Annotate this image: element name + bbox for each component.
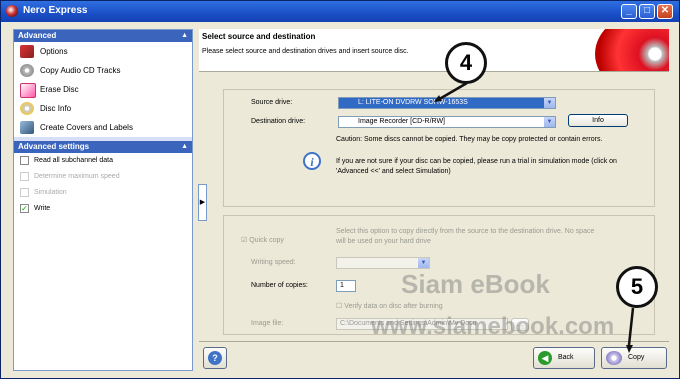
checkbox-label: Write — [34, 205, 51, 212]
caution-text: Caution: Some discs cannot be copied. Th… — [336, 136, 603, 143]
chevron-down-icon[interactable]: ▼ — [544, 98, 555, 108]
checkbox-label: Simulation — [34, 189, 67, 196]
quick-copy-description: Select this option to copy directly from… — [336, 228, 595, 245]
copy-button[interactable]: Copy — [601, 347, 667, 369]
help-button[interactable]: ? — [203, 347, 227, 369]
advanced-section-header[interactable]: Advanced ▲ — [14, 30, 192, 42]
advanced-settings-header[interactable]: Advanced settings ▲ — [14, 141, 192, 153]
maximize-button[interactable]: □ — [639, 4, 655, 19]
advanced-section-title: Advanced — [18, 31, 57, 40]
sidebar-item-label: Options — [40, 47, 68, 56]
sidebar-item-label: Create Covers and Labels — [40, 123, 133, 132]
sidebar-item-label: Erase Disc — [40, 85, 79, 94]
advanced-sidebar: Advanced ▲ Options Copy Audio CD Tracks … — [13, 29, 193, 371]
sidebar-item-options[interactable]: Options — [14, 42, 192, 61]
checkbox-box[interactable] — [20, 156, 29, 165]
title-bar[interactable]: Nero Express _ □ ✕ — [1, 1, 679, 22]
writing-speed-select: ▼ — [336, 257, 430, 269]
page-title: Select source and destination — [202, 32, 316, 41]
copies-stepper[interactable]: 1 — [336, 280, 356, 292]
disc-info-icon — [20, 102, 34, 115]
write-checkbox[interactable]: ✓ Write — [14, 201, 192, 217]
verify-data-label: Verify data on disc after burning — [344, 303, 443, 310]
checkbox-label: Read all subchannel data — [34, 157, 114, 164]
page-header: Select source and destination Please sel… — [199, 29, 669, 72]
number-of-copies-label: Number of copies: — [251, 282, 308, 289]
simulation-tip-text: If you are not sure if your disc can be … — [336, 158, 617, 175]
callout-4: 4 — [445, 42, 487, 84]
nero-app-icon — [6, 5, 18, 17]
chevron-up-icon[interactable]: ▲ — [181, 30, 188, 42]
nero-express-window: Nero Express _ □ ✕ Advanced ▲ Options Co… — [0, 0, 680, 379]
watermark-siam-ebook: Siam eBook — [401, 269, 550, 299]
destination-drive-label: Destination drive: — [251, 118, 306, 125]
copy-label: Copy — [628, 354, 645, 361]
copy-disc-icon — [606, 351, 622, 365]
options-icon — [20, 45, 34, 58]
quick-copy-checkbox: ☑ Quick copy — [241, 237, 284, 244]
window-title: Nero Express — [23, 5, 88, 16]
checkbox-box[interactable]: ✓ — [20, 204, 29, 213]
verify-data-checkbox: ☐ Verify data on disc after burning — [336, 303, 443, 310]
checkbox-box — [20, 188, 29, 197]
read-subchannel-checkbox[interactable]: Read all subchannel data — [14, 153, 192, 169]
image-file-label: Image file: — [251, 320, 284, 327]
help-icon: ? — [208, 351, 222, 365]
source-drive-select[interactable]: L: LITE-ON DVDRW SOHW-1653S ▼ — [338, 97, 556, 109]
sidebar-item-copy-audio[interactable]: Copy Audio CD Tracks — [14, 61, 192, 80]
sidebar-item-disc-info[interactable]: Disc Info — [14, 99, 192, 118]
checkbox-label: Determine maximum speed — [34, 173, 120, 180]
collapse-sidebar-button[interactable]: ▶ — [198, 184, 207, 221]
page-subtitle: Please select source and destination dri… — [202, 48, 409, 55]
source-drive-label: Source drive: — [251, 99, 293, 106]
eraser-icon — [20, 83, 36, 98]
sidebar-item-label: Copy Audio CD Tracks — [40, 66, 121, 75]
close-button[interactable]: ✕ — [657, 4, 673, 19]
watermark-url: www.siamebook.com — [371, 313, 615, 340]
cd-artwork — [595, 29, 669, 71]
max-speed-checkbox: Determine maximum speed — [14, 169, 192, 185]
cover-designer-icon — [20, 121, 34, 134]
simulation-checkbox: Simulation — [14, 185, 192, 201]
advanced-settings-title: Advanced settings — [18, 142, 90, 151]
destination-drive-select[interactable]: Image Recorder [CD-R/RW] ▼ — [338, 116, 556, 128]
back-button[interactable]: ◀ Back — [533, 347, 595, 369]
info-icon: i — [303, 152, 321, 170]
checkbox-box — [20, 172, 29, 181]
sidebar-item-covers-labels[interactable]: Create Covers and Labels — [14, 118, 192, 137]
bottom-bar — [199, 341, 669, 374]
minimize-button[interactable]: _ — [621, 4, 637, 19]
back-label: Back — [558, 354, 574, 361]
destination-drive-value: Image Recorder [CD-R/RW] — [358, 118, 446, 125]
chevron-down-icon[interactable]: ▼ — [544, 117, 555, 127]
audio-cd-icon — [20, 64, 34, 77]
callout-5: 5 — [616, 266, 658, 308]
sidebar-item-erase-disc[interactable]: Erase Disc — [14, 80, 192, 99]
writing-speed-label: Writing speed: — [251, 259, 296, 266]
source-drive-value: L: LITE-ON DVDRW SOHW-1653S — [358, 99, 468, 106]
copies-value: 1 — [340, 282, 344, 289]
chevron-up-icon[interactable]: ▲ — [181, 141, 188, 153]
quick-copy-label: Quick copy — [249, 237, 284, 244]
back-arrow-icon: ◀ — [538, 351, 552, 365]
chevron-down-icon: ▼ — [418, 258, 429, 268]
sidebar-item-label: Disc Info — [40, 104, 72, 113]
info-button[interactable]: Info — [568, 114, 628, 127]
